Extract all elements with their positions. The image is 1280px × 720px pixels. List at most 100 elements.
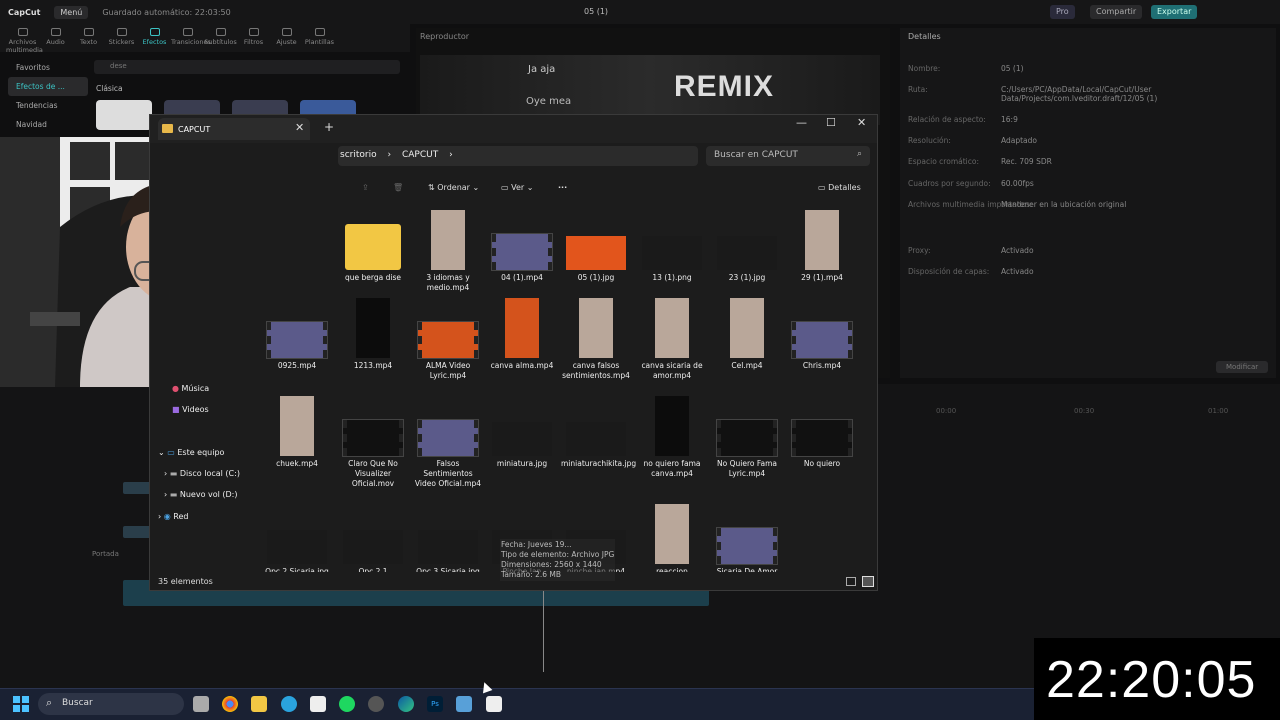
file-item[interactable]: Falsos Sentimientos Video Oficial.mp4 xyxy=(413,419,483,489)
breadcrumb-item[interactable]: scritorio xyxy=(340,150,377,160)
file-item[interactable]: No quiero xyxy=(787,419,857,469)
effects-category[interactable]: Favoritos xyxy=(8,58,88,77)
tool-tab[interactable]: Ajuste xyxy=(270,24,303,52)
tool-tab[interactable]: Transiciones xyxy=(171,24,211,52)
notepad-icon[interactable] xyxy=(456,696,472,712)
tool-tab[interactable]: Texto xyxy=(72,24,105,52)
file-item[interactable]: 1213.mp4 xyxy=(338,298,408,371)
delete-icon[interactable]: 🗑 xyxy=(393,183,403,192)
maximize-icon[interactable]: ☐ xyxy=(826,116,836,129)
file-item[interactable]: canva falsos sentimientos.mp4 xyxy=(561,298,631,381)
file-item[interactable]: 13 (1).png xyxy=(637,236,707,283)
timeline-clip[interactable] xyxy=(123,482,151,494)
modify-button[interactable]: Modificar xyxy=(1216,361,1269,373)
tool-tab[interactable]: Efectos xyxy=(138,24,171,52)
pro-button[interactable]: Pro xyxy=(1050,5,1075,19)
file-item[interactable]: Opc 2 Sicaria.jpg xyxy=(262,530,332,572)
view-button[interactable]: ▭ Ver ⌄ xyxy=(501,183,533,192)
effect-thumb[interactable] xyxy=(96,100,152,130)
file-name: 0925.mp4 xyxy=(277,361,317,370)
tool-icon xyxy=(314,28,325,36)
timeline-clip[interactable] xyxy=(123,526,151,538)
tool-tab[interactable]: Stickers xyxy=(105,24,138,52)
file-item[interactable]: Claro Que No Visualizer Oficial.mov xyxy=(338,419,408,489)
share-icon[interactable]: ⇪ xyxy=(362,183,369,192)
taskbar-search-input[interactable]: ⌕ Buscar xyxy=(38,693,184,715)
nav-item-videos[interactable]: ■ Videos xyxy=(172,405,209,414)
tab-close-icon[interactable]: ✕ xyxy=(295,121,304,134)
file-item[interactable]: chuek.mp4 xyxy=(262,396,332,469)
file-item[interactable]: Opc 2.1 xyxy=(338,530,408,572)
file-thumbnail xyxy=(417,419,479,457)
file-item[interactable]: No Quiero Fama Lyric.mp4 xyxy=(712,419,782,479)
details-pane-button[interactable]: ▭ Detalles xyxy=(818,183,861,192)
breadcrumb-item[interactable]: CAPCUT xyxy=(402,150,438,160)
edge-icon[interactable] xyxy=(398,696,414,712)
explorer-search-input[interactable]: Buscar en CAPCUT ⌕ xyxy=(706,146,870,166)
nav-item-network[interactable]: › ◉ Red xyxy=(158,512,188,521)
effects-search-input[interactable]: dese xyxy=(94,60,400,74)
file-item[interactable]: Chris.mp4 xyxy=(787,321,857,371)
effects-category[interactable]: Efectos de ... xyxy=(8,77,88,96)
file-item[interactable]: 29 (1).mp4 xyxy=(787,210,857,283)
tool-tab[interactable]: Plantillas xyxy=(303,24,336,52)
close-icon[interactable]: ✕ xyxy=(857,116,866,129)
file-item[interactable]: miniatura.jpg xyxy=(487,422,557,469)
address-bar[interactable]: scritorio › CAPCUT › xyxy=(338,146,698,166)
minimize-icon[interactable]: — xyxy=(796,116,807,129)
nav-item-this-pc[interactable]: ⌄ ▭ Este equipo xyxy=(158,448,224,457)
details-view-icon[interactable] xyxy=(846,577,856,586)
file-item[interactable]: reaccion xyxy=(637,504,707,572)
telegram-icon[interactable] xyxy=(281,696,297,712)
nav-item-drive-d[interactable]: › ▬ Nuevo vol (D:) xyxy=(164,490,238,499)
explorer-tab[interactable]: CAPCUT xyxy=(158,118,310,140)
file-thumbnail xyxy=(418,530,478,564)
tool-tab[interactable]: Archivos multimedia xyxy=(6,24,43,54)
more-options-button[interactable]: ··· xyxy=(558,183,567,192)
file-item[interactable]: no quiero fama canva.mp4 xyxy=(637,396,707,479)
folder-item[interactable]: que berga dise xyxy=(338,224,408,283)
tool-tab[interactable]: Filtros xyxy=(237,24,270,52)
file-item[interactable]: Cel.mp4 xyxy=(712,298,782,371)
file-item[interactable]: 04 (1).mp4 xyxy=(487,233,557,283)
detail-value: 60.00fps xyxy=(1001,179,1034,188)
file-item[interactable]: Sicaria De Amor xyxy=(712,527,782,572)
file-item[interactable]: ALMA Video Lyric.mp4 xyxy=(413,321,483,381)
file-name: miniatura.jpg xyxy=(496,459,548,468)
chrome-icon[interactable] xyxy=(222,696,238,712)
file-item[interactable]: Opc 3 Sicaria.jpg xyxy=(413,530,483,572)
photoshop-icon[interactable]: Ps xyxy=(427,696,443,712)
file-item[interactable]: miniaturachikita.jpg xyxy=(561,422,636,469)
tool-tab[interactable]: Subtítulos xyxy=(204,24,237,52)
nav-item-drive-c[interactable]: › ▬ Disco local (C:) xyxy=(164,469,240,478)
capcut-icon-2[interactable] xyxy=(486,696,502,712)
menu-button[interactable]: Menú xyxy=(54,5,89,19)
tiles-view-icon[interactable] xyxy=(862,576,874,587)
task-view-icon[interactable] xyxy=(193,696,209,712)
export-button[interactable]: Exportar xyxy=(1151,5,1198,19)
file-item[interactable]: 05 (1).jpg xyxy=(561,236,631,283)
cover-label[interactable]: Portada xyxy=(92,550,119,558)
share-button[interactable]: Compartir xyxy=(1090,5,1143,19)
file-explorer-icon[interactable] xyxy=(251,696,267,712)
file-item[interactable]: 23 (1).jpg xyxy=(712,236,782,283)
effects-category[interactable]: Navidad xyxy=(8,115,88,134)
file-item[interactable]: 0925.mp4 xyxy=(262,321,332,371)
nav-label: Nuevo vol (D:) xyxy=(179,490,238,499)
file-item[interactable]: canva alma.mp4 xyxy=(487,298,557,371)
effects-category[interactable]: Tendencias xyxy=(8,96,88,115)
new-tab-icon[interactable]: + xyxy=(324,120,334,134)
file-item[interactable]: 3 idiomas y medio.mp4 xyxy=(413,210,483,293)
file-item[interactable]: canva sicaria de amor.mp4 xyxy=(637,298,707,381)
windows-start-icon[interactable] xyxy=(13,696,29,712)
file-thumbnail xyxy=(492,422,552,456)
file-thumbnail xyxy=(417,321,479,359)
sort-button[interactable]: ⇅ Ordenar ⌄ xyxy=(428,183,479,192)
file-thumbnail xyxy=(716,419,778,457)
capcut-icon[interactable] xyxy=(310,696,326,712)
spotify-icon[interactable] xyxy=(339,696,355,712)
obs-icon[interactable] xyxy=(368,696,384,712)
nav-label: Este equipo xyxy=(177,448,225,457)
nav-item-music[interactable]: ● Música xyxy=(172,384,209,393)
tool-tab[interactable]: Audio xyxy=(39,24,72,52)
